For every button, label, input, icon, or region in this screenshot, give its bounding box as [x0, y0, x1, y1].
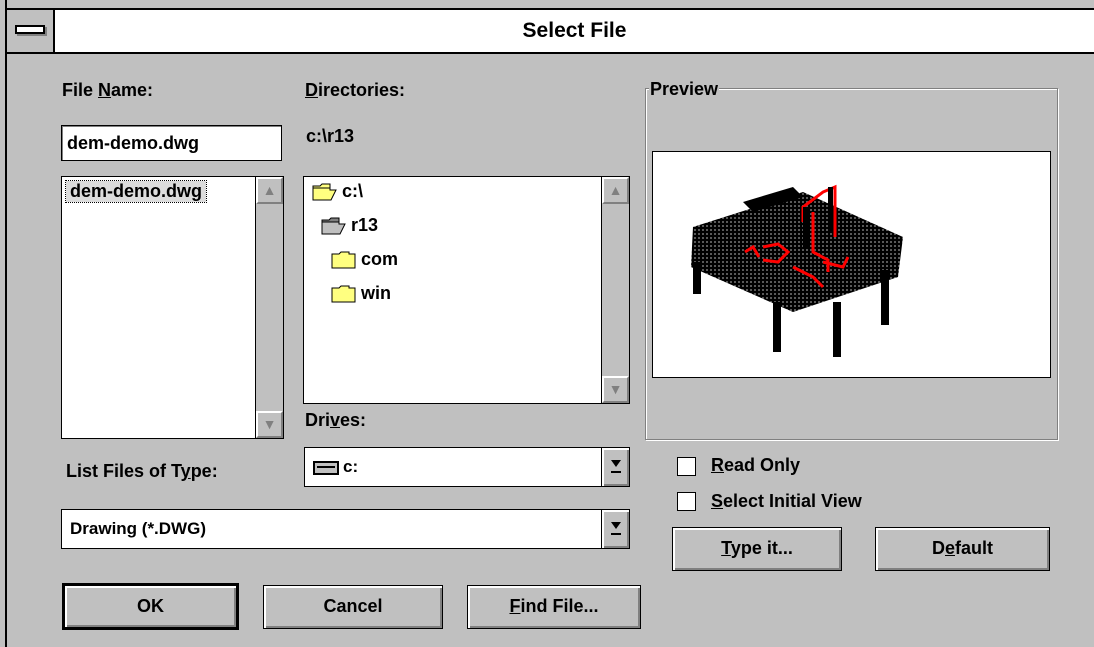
scroll-down-arrow-icon[interactable]: ▼: [256, 411, 283, 438]
preview-image: [652, 151, 1051, 378]
find-file-button[interactable]: Find File...: [467, 585, 641, 629]
open-folder-icon: [321, 217, 346, 235]
dropdown-arrow-icon: [611, 460, 621, 473]
drives-dropdown-button[interactable]: [601, 448, 629, 486]
folder-icon: [331, 285, 356, 303]
drive-icon: [313, 460, 339, 475]
file-list[interactable]: dem-demo.dwg ▲ ▼: [61, 176, 284, 439]
directory-item-root[interactable]: c:\: [312, 181, 363, 202]
file-list-scrollbar[interactable]: ▲ ▼: [255, 177, 283, 438]
scroll-up-arrow-icon[interactable]: ▲: [256, 177, 283, 204]
drives-dropdown[interactable]: c:: [304, 447, 630, 487]
preview-label: Preview: [649, 79, 720, 100]
file-type-dropdown[interactable]: Drawing (*.DWG): [61, 509, 630, 549]
list-item[interactable]: dem-demo.dwg: [64, 180, 208, 203]
read-only-label[interactable]: Read Only: [711, 455, 800, 476]
default-button[interactable]: Default: [875, 527, 1050, 571]
directory-list[interactable]: c:\ r13 com win ▲ ▼: [303, 176, 630, 404]
preview-group: Preview: [645, 79, 1058, 440]
directory-item-r13[interactable]: r13: [321, 215, 378, 236]
folder-icon: [331, 251, 356, 269]
cancel-button[interactable]: Cancel: [263, 585, 443, 629]
file-name-label: File Name:: [62, 80, 154, 100]
system-menu-icon: [15, 25, 45, 34]
scroll-up-arrow-icon[interactable]: ▲: [602, 177, 629, 204]
drives-label: Drives:: [305, 410, 367, 430]
type-it-button[interactable]: Type it...: [672, 527, 842, 571]
current-directory-path: c:\r13: [306, 126, 355, 146]
drives-value: c:: [313, 448, 358, 486]
file-type-dropdown-button[interactable]: [601, 510, 629, 548]
select-initial-view-label[interactable]: Select Initial View: [711, 491, 862, 512]
file-type-value: Drawing (*.DWG): [70, 519, 206, 538]
directory-item-win[interactable]: win: [331, 283, 391, 304]
ok-button[interactable]: OK: [62, 583, 239, 630]
select-initial-view-checkbox[interactable]: [677, 492, 696, 511]
select-file-dialog: Select File File Name: dem-demo.dwg dem-…: [0, 0, 1094, 647]
dropdown-arrow-icon: [611, 522, 621, 535]
title-bar[interactable]: Select File: [7, 8, 1094, 54]
read-only-checkbox[interactable]: [677, 457, 696, 476]
system-menu-button[interactable]: [7, 10, 55, 52]
window-title: Select File: [522, 19, 627, 42]
scroll-down-arrow-icon[interactable]: ▼: [602, 376, 629, 403]
directories-label: Directories:: [305, 80, 406, 100]
file-name-input[interactable]: dem-demo.dwg: [61, 125, 282, 161]
directory-item-com[interactable]: com: [331, 249, 398, 270]
drawing-preview-icon: [691, 184, 903, 357]
file-type-label: List Files of Type:: [66, 461, 218, 481]
directory-list-scrollbar[interactable]: ▲ ▼: [601, 177, 629, 403]
open-folder-icon: [312, 183, 337, 201]
